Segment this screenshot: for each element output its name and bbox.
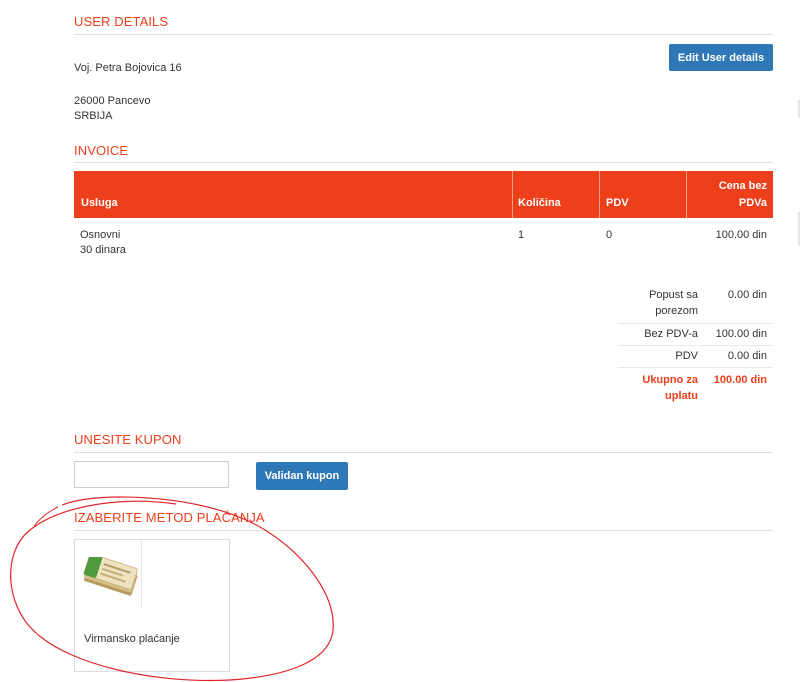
summary-divider <box>618 367 773 368</box>
discount-label-line1: Popust sa <box>649 289 698 301</box>
address-country: SRBIJA <box>74 110 113 122</box>
user-details-title: USER DETAILS <box>74 14 169 29</box>
column-price-line2: PDVa <box>738 197 767 209</box>
invoice-title: INVOICE <box>74 143 129 158</box>
net-label: Bez PDV-a <box>644 328 698 340</box>
user-details-divider <box>74 34 773 35</box>
discount-value: 0.00 din <box>727 289 767 301</box>
coupon-divider <box>74 452 773 453</box>
payment-divider <box>74 530 773 531</box>
summary-divider <box>618 345 773 346</box>
coupon-title: UNESITE KUPON <box>74 432 182 447</box>
summary-divider <box>618 323 773 324</box>
payment-method-label: Virmansko plaćanje <box>84 633 180 645</box>
column-vat: PDV <box>606 197 629 209</box>
net-value: 100.00 din <box>715 328 767 340</box>
vat-value: 0.00 din <box>727 350 767 362</box>
total-label-line2: uplatu <box>665 390 698 402</box>
total-label-line1: Ukupno za <box>642 374 698 386</box>
row-vat: 0 <box>606 229 613 241</box>
column-price-line1: Cena bez <box>718 180 767 192</box>
column-quantity: Količina <box>518 197 561 209</box>
validate-coupon-button[interactable]: Validan kupon <box>256 462 348 490</box>
row-quantity: 1 <box>518 229 525 241</box>
column-service: Usluga <box>81 197 118 209</box>
row-price: 100.00 din <box>715 229 767 241</box>
payment-method-bank-transfer[interactable]: Virmansko plaćanje <box>74 539 230 672</box>
column-separator <box>599 171 600 218</box>
address-street: Voj. Petra Bojovica 16 <box>74 62 182 74</box>
row-service-detail: 30 dinara <box>80 244 126 256</box>
bank-transfer-card-icon <box>83 557 138 596</box>
coupon-input[interactable] <box>74 461 229 488</box>
address-city: 26000 Pancevo <box>74 95 151 107</box>
invoice-table-header: Usluga Količina PDV Cena bez PDVa <box>74 171 773 218</box>
edit-user-details-button[interactable]: Edit User details <box>669 44 773 71</box>
column-separator <box>686 171 687 218</box>
payment-title: IZABERITE METOD PLAĆANJA <box>74 510 265 525</box>
invoice-divider <box>74 162 773 163</box>
card-divider <box>141 540 142 607</box>
discount-label-line2: porezom <box>655 305 698 317</box>
vat-label: PDV <box>675 350 698 362</box>
total-value: 100.00 din <box>713 374 767 386</box>
row-service-name: Osnovni <box>80 229 121 241</box>
column-separator <box>512 171 513 218</box>
